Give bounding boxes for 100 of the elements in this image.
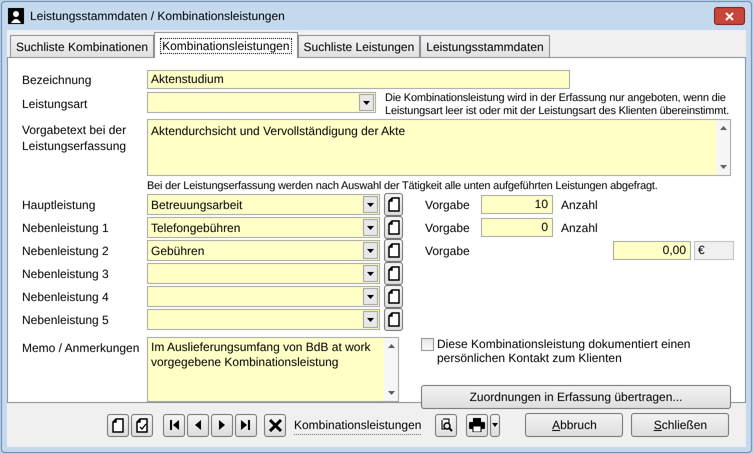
checkbox-label: Diese Kombinationsleistung dokumentiert einen persönlichen Kontakt zum Klienten — [437, 337, 692, 365]
new-document-button[interactable] — [384, 193, 403, 216]
document-check-icon — [136, 418, 148, 432]
dropdown-arrow-button[interactable] — [363, 265, 378, 282]
record-type-label: Kombinationsleistungen — [294, 416, 422, 434]
dialog-button[interactable]: Abbruch — [525, 413, 624, 437]
caret-icon — [492, 423, 498, 427]
scrollbar[interactable] — [716, 120, 730, 175]
caret-icon — [367, 272, 374, 276]
dropdown-value: Telefongebühren — [151, 220, 240, 236]
scrollbar[interactable] — [384, 338, 398, 401]
delete-button[interactable] — [264, 414, 286, 436]
dropdown-arrow-button[interactable] — [363, 196, 378, 213]
next-record-button[interactable] — [211, 414, 233, 436]
preview-button[interactable] — [435, 414, 458, 436]
close-button[interactable] — [714, 7, 745, 25]
first-record-button[interactable] — [163, 414, 185, 436]
vorgabe-label: Vorgabe — [425, 242, 471, 260]
unit-label: Anzahl — [561, 196, 598, 214]
dropdown-arrow-button[interactable] — [363, 288, 378, 305]
document-icon — [388, 312, 400, 327]
tab[interactable]: Suchliste Kombinationen — [10, 35, 154, 57]
vorgabe-field[interactable]: 0 — [481, 218, 553, 237]
currency-field: € — [694, 241, 734, 260]
new-document-button[interactable] — [384, 308, 403, 331]
name-field[interactable]: Aktenstudium — [147, 70, 570, 89]
field-label: Memo / Anmerkungen — [22, 340, 140, 357]
dropdown-value: Betreuungsarbeit — [151, 196, 242, 214]
dropdown-field[interactable] — [147, 263, 380, 284]
previous-record-button[interactable] — [187, 414, 209, 436]
new-record-button[interactable] — [107, 414, 129, 436]
close-icon — [725, 12, 734, 20]
new-document-button[interactable] — [384, 285, 403, 308]
window-title: Leistungsstammdaten / Kombinationsleistungen — [30, 8, 285, 25]
caret-icon — [367, 318, 374, 322]
document-icon — [388, 220, 400, 235]
hint-text: Die Kombinationsleistung wird in der Erfassung nur angeboten, wenn die Leistungsart leer ist oder mit der Leistungsart des Klienten übereinstimmt. — [385, 92, 730, 118]
vorgabe-label: Vorgabe — [425, 196, 471, 214]
dropdown-value: Gebühren — [151, 242, 204, 260]
dropdown-field[interactable] — [147, 309, 380, 330]
edit-record-button[interactable] — [131, 414, 153, 436]
scroll-up-icon — [720, 126, 726, 130]
vorgabe-label: Vorgabe — [425, 220, 471, 236]
text-area[interactable]: Aktendurchsicht und Vervollständigung der Akte — [147, 119, 731, 176]
caret-icon — [367, 294, 374, 298]
field-label: Nebenleistung 2 — [22, 242, 110, 258]
vorgabe-field[interactable]: 10 — [481, 195, 553, 214]
tab[interactable]: Suchliste Leistungen — [298, 35, 420, 57]
scroll-down-icon — [720, 165, 726, 169]
dropdown-arrow-button[interactable] — [363, 311, 378, 328]
field-label: Nebenleistung 3 — [22, 266, 110, 282]
hint-text: Bei der Leistungserfassung werden nach Auswahl der Tätigkeit alle unten aufgeführten Leistungen abgefragt. — [147, 180, 659, 193]
field-label: Leistungsart — [22, 96, 88, 112]
field-label: Bezeichnung — [22, 72, 92, 88]
document-icon — [388, 197, 400, 212]
caret-icon — [363, 100, 370, 104]
dropdown-field[interactable] — [147, 92, 376, 113]
transfer-button[interactable]: Zuordnungen in Erfassung übertragen... — [421, 385, 731, 409]
field-label: Nebenleistung 4 — [22, 288, 110, 304]
person-icon — [8, 8, 24, 24]
document-icon — [388, 289, 400, 304]
scroll-up-icon — [388, 344, 394, 348]
close-icon — [268, 418, 282, 432]
last-record-button[interactable] — [235, 414, 257, 436]
field-label: Hauptleistung — [22, 196, 96, 212]
dialog-button[interactable]: Schließen — [631, 413, 730, 437]
tab[interactable]: Leistungsstammdaten — [420, 35, 550, 57]
print-button[interactable] — [466, 414, 488, 436]
unit-label: Anzahl — [561, 220, 598, 236]
magnifier-document-icon — [440, 418, 453, 432]
memo-value: Im Auslieferungsumfang von BdB at work vorgegebene Kombinationsleistung — [150, 339, 372, 371]
dropdown-arrow-button[interactable] — [363, 219, 378, 236]
dropdown-arrow-button[interactable] — [363, 242, 378, 259]
amount-field[interactable]: 0,00 — [613, 241, 691, 260]
printer-icon — [469, 418, 486, 432]
field-label: Nebenleistung 5 — [22, 312, 110, 328]
caret-icon — [367, 248, 374, 252]
new-document-button[interactable] — [384, 239, 403, 262]
dropdown-arrow-button[interactable] — [359, 94, 374, 111]
document-icon — [388, 243, 400, 258]
new-document-button[interactable] — [384, 216, 403, 239]
first-record-icon — [168, 419, 180, 431]
document-icon — [388, 266, 400, 281]
field-label: Nebenleistung 1 — [22, 220, 110, 236]
dropdown-field[interactable]: Gebühren — [147, 240, 380, 261]
field-label: Vorgabetext bei der Leistungserfassung — [22, 122, 128, 154]
text-area-value: Aktendurchsicht und Vervollständigung der Akte — [150, 123, 406, 140]
last-record-icon — [240, 419, 252, 431]
tab[interactable]: Kombinationsleistungen — [154, 32, 298, 58]
document-icon — [112, 418, 124, 432]
scroll-down-icon — [388, 391, 394, 395]
checkbox[interactable] — [421, 338, 434, 351]
print-menu-button[interactable] — [490, 414, 500, 436]
caret-icon — [367, 226, 374, 230]
caret-icon — [367, 202, 374, 206]
dropdown-field[interactable]: Betreuungsarbeit — [147, 194, 380, 215]
dropdown-field[interactable] — [147, 286, 380, 307]
memo-area[interactable]: Im Auslieferungsumfang von BdB at work vorgegebene Kombinationsleistung — [147, 337, 399, 402]
dropdown-field[interactable]: Telefongebühren — [147, 217, 380, 238]
new-document-button[interactable] — [384, 262, 403, 285]
